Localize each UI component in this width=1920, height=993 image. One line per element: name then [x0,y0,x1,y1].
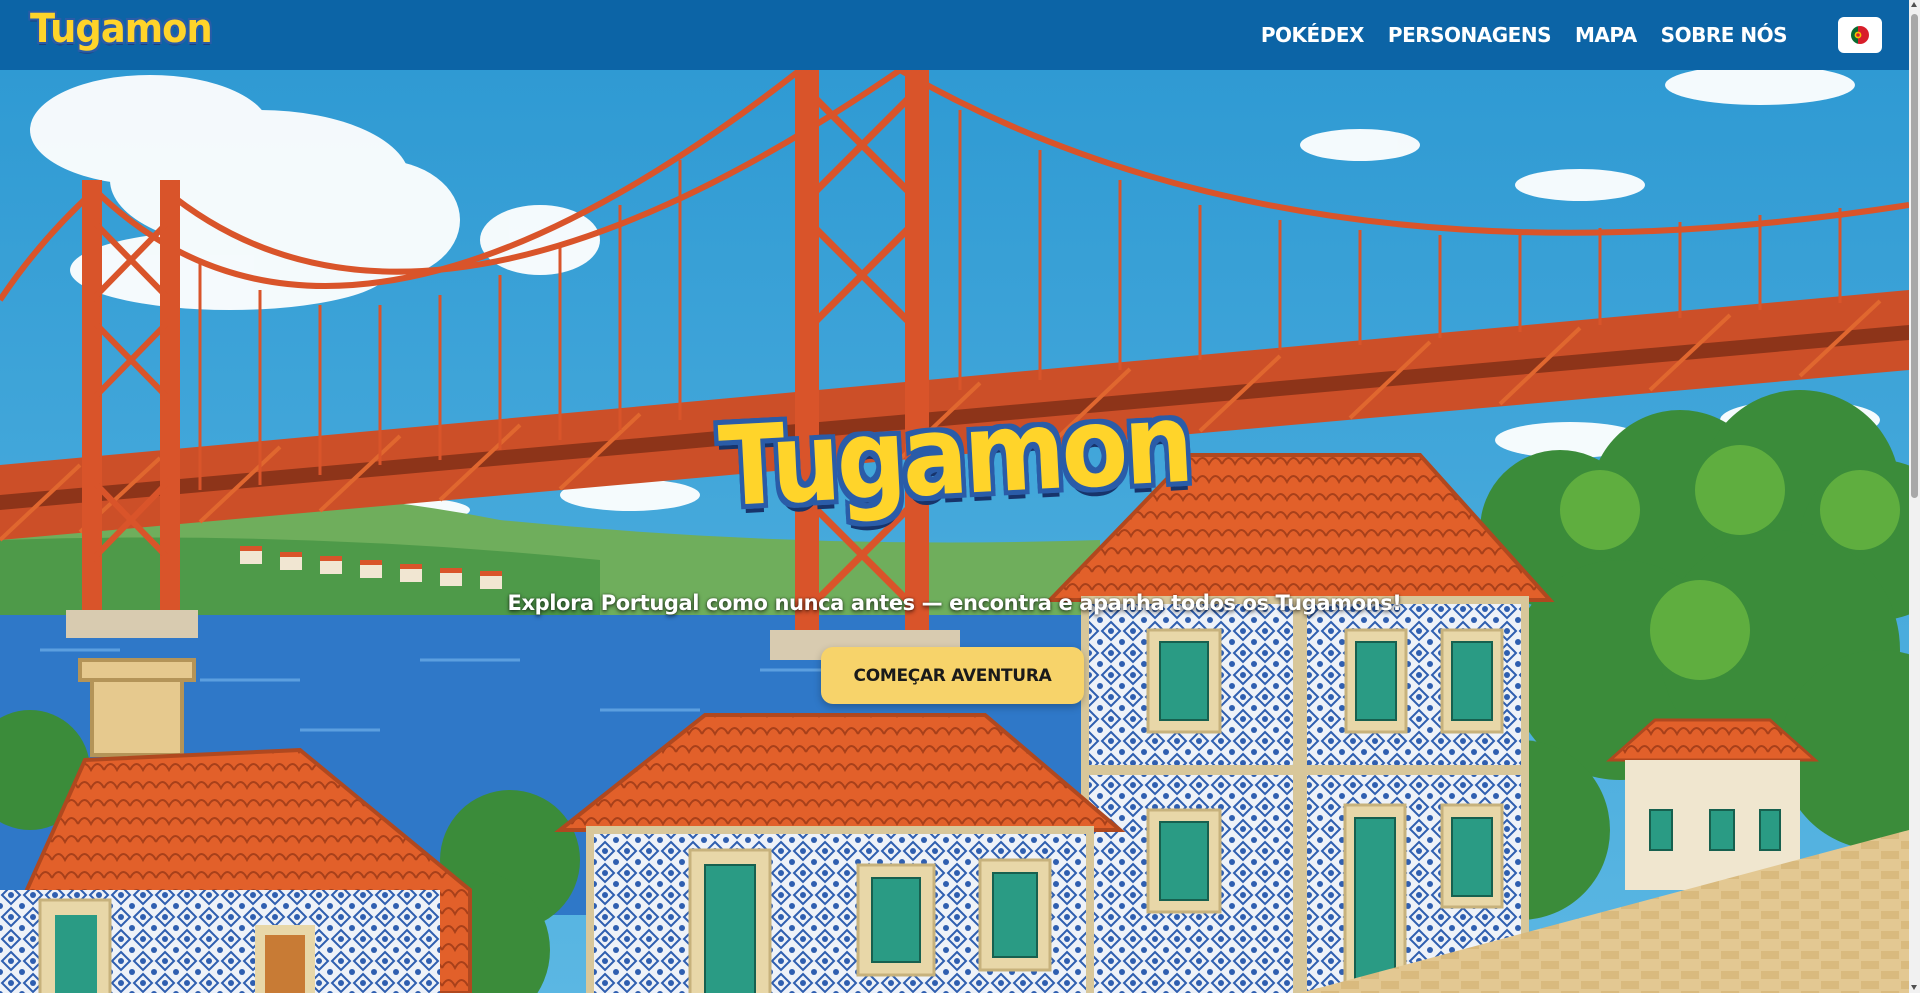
hero-section: Tugamon Explora Portugal como nunca ante… [0,70,1909,993]
scroll-thumb[interactable] [1911,14,1918,498]
hero-logo: Tugamon [716,378,1193,532]
page-scrollbar[interactable] [1909,0,1920,993]
portugal-flag-icon [1851,26,1869,44]
hero-content: Tugamon Explora Portugal como nunca ante… [0,70,1909,993]
language-button[interactable] [1838,17,1882,53]
start-adventure-button[interactable]: COMEÇAR AVENTURA [821,647,1084,704]
nav-pokedex[interactable]: POKÉDEX [1261,23,1365,47]
site-header: Tugamon POKÉDEX PERSONAGENS MAPA SOBRE N… [0,0,1909,70]
nav-mapa[interactable]: MAPA [1575,23,1637,47]
main-nav: POKÉDEX PERSONAGENS MAPA SOBRE NÓS [1261,0,1788,70]
scroll-down-icon[interactable] [1911,985,1917,990]
scroll-up-icon[interactable] [1911,2,1917,7]
hero-tagline: Explora Portugal como nunca antes — enco… [507,591,1402,615]
nav-personagens[interactable]: PERSONAGENS [1388,23,1552,47]
header-logo[interactable]: Tugamon [30,5,213,53]
nav-sobre-nos[interactable]: SOBRE NÓS [1661,23,1788,47]
